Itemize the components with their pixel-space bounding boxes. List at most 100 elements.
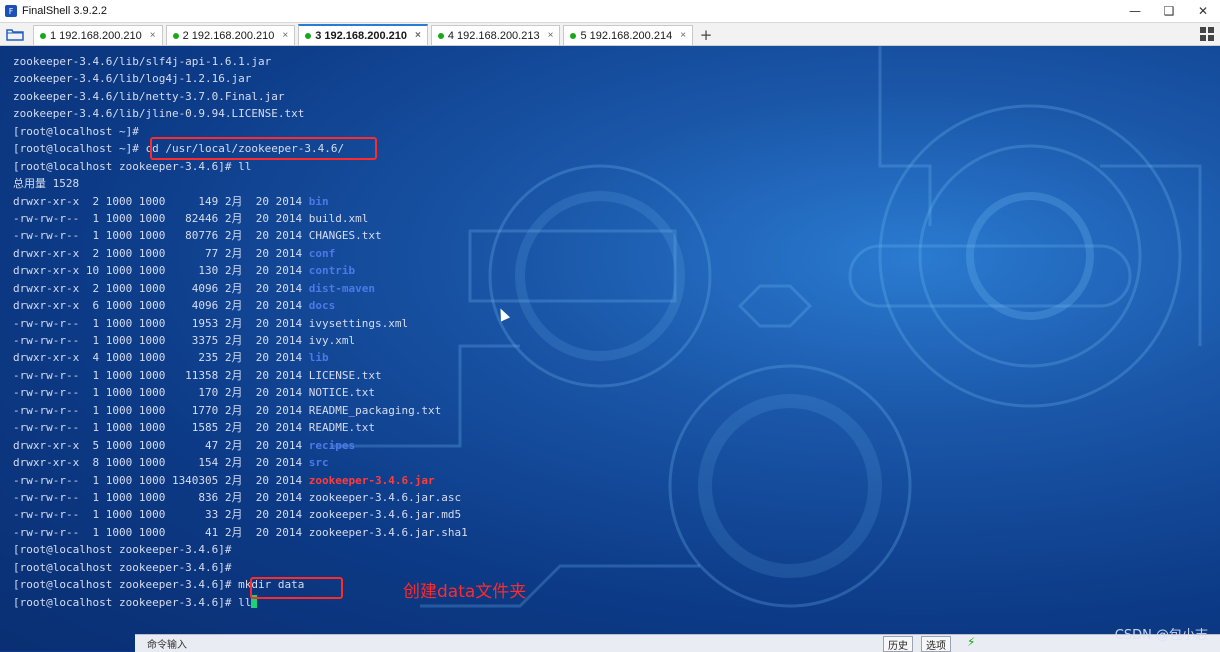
line-text: drwxr-xr-x 10 1000 1000 130 2月 20 2014 bbox=[13, 264, 309, 278]
line-text: -rw-rw-r-- 1 1000 1000 82446 2月 20 2014 … bbox=[13, 211, 369, 225]
line-text: -rw-rw-r-- 1 1000 1000 41 2月 20 2014 zoo… bbox=[13, 525, 468, 539]
line-text: drwxr-xr-x 8 1000 1000 154 2月 20 2014 bbox=[13, 456, 309, 470]
line-text: zookeeper-3.4.6/lib/netty-3.7.0.Final.ja… bbox=[13, 89, 285, 103]
terminal-line: drwxr-xr-x 5 1000 1000 47 2月 20 2014 rec… bbox=[13, 437, 468, 454]
terminal-line: -rw-rw-r-- 1 1000 1000 170 2月 20 2014 NO… bbox=[13, 384, 468, 401]
add-tab-button[interactable]: + bbox=[695, 25, 717, 45]
connection-status-icon bbox=[40, 32, 46, 39]
connection-status-icon bbox=[570, 32, 577, 39]
line-text: drwxr-xr-x 5 1000 1000 47 2月 20 2014 bbox=[13, 438, 309, 452]
session-tab-bar: 1 192.168.200.210 × 2 192.168.200.210 × 3 19… bbox=[0, 23, 1220, 46]
terminal-line: zookeeper-3.4.6/lib/jline-0.9.94.LICENSE… bbox=[13, 105, 468, 122]
line-text: -rw-rw-r-- 1 1000 1000 11358 2月 20 2014 … bbox=[13, 368, 382, 382]
tab-label: 2 192.168.200.210 bbox=[182, 29, 275, 42]
tab-label: 3 192.168.200.210 bbox=[315, 29, 407, 42]
line-text: -rw-rw-r-- 1 1000 1000 1585 2月 20 2014 R… bbox=[13, 421, 375, 435]
tab-close-icon[interactable]: × bbox=[282, 30, 288, 41]
terminal-line: -rw-rw-r-- 1 1000 1000 3375 2月 20 2014 i… bbox=[13, 332, 468, 349]
tab-close-icon[interactable]: × bbox=[548, 30, 554, 41]
directory-name: recipes bbox=[308, 438, 356, 452]
directory-name: contrib bbox=[308, 264, 356, 278]
terminal-line: [root@localhost zookeeper-3.4.6]# bbox=[13, 559, 468, 576]
directory-name: src bbox=[308, 456, 329, 470]
connection-status-icon bbox=[437, 32, 444, 39]
line-text: 总用量 1528 bbox=[13, 177, 80, 191]
line-text: -rw-rw-r-- 1 1000 1000 33 2月 20 2014 zoo… bbox=[13, 508, 462, 522]
directory-name: bin bbox=[308, 194, 329, 208]
history-button[interactable]: 历史 bbox=[883, 636, 913, 652]
layout-grid-icon[interactable] bbox=[1200, 27, 1214, 41]
tab-close-icon[interactable]: × bbox=[150, 30, 156, 41]
line-text: -rw-rw-r-- 1 1000 1000 170 2月 20 2014 NO… bbox=[13, 386, 375, 400]
options-button[interactable]: 选项 bbox=[921, 636, 951, 652]
terminal-line: drwxr-xr-x 2 1000 1000 149 2月 20 2014 bi… bbox=[13, 193, 468, 210]
line-text: zookeeper-3.4.6/lib/jline-0.9.94.LICENSE… bbox=[13, 107, 305, 121]
tab-label: 1 192.168.200.210 bbox=[50, 29, 142, 42]
terminal-line: -rw-rw-r-- 1 1000 1000 1340305 2月 20 201… bbox=[13, 472, 468, 489]
terminal-line: drwxr-xr-x 6 1000 1000 4096 2月 20 2014 d… bbox=[13, 297, 468, 314]
terminal-line: [root@localhost zookeeper-3.4.6]# ll bbox=[13, 594, 468, 611]
session-tab-5[interactable]: 5 192.168.200.214 × bbox=[563, 25, 694, 45]
minimize-icon[interactable]: — bbox=[1118, 0, 1152, 22]
line-text: [root@localhost zookeeper-3.4.6]# ll bbox=[13, 595, 252, 609]
title-bar: F FinalShell 3.9.2.2 — ❑ ✕ bbox=[0, 0, 1220, 23]
terminal-line: -rw-rw-r-- 1 1000 1000 33 2月 20 2014 zoo… bbox=[13, 506, 468, 523]
terminal-line: drwxr-xr-x 2 1000 1000 77 2月 20 2014 con… bbox=[13, 245, 468, 262]
terminal-line: -rw-rw-r-- 1 1000 1000 80776 2月 20 2014 … bbox=[13, 227, 468, 244]
terminal-line: zookeeper-3.4.6/lib/netty-3.7.0.Final.ja… bbox=[13, 88, 468, 105]
terminal-line: drwxr-xr-x 4 1000 1000 235 2月 20 2014 li… bbox=[13, 349, 468, 366]
directory-name: docs bbox=[308, 299, 336, 313]
session-tab-4[interactable]: 4 192.168.200.213 × bbox=[430, 25, 561, 45]
tab-list: 1 192.168.200.210 × 2 192.168.200.210 × 3 19… bbox=[30, 24, 694, 45]
connection-status-icon bbox=[305, 32, 312, 39]
tab-label: 5 192.168.200.214 bbox=[580, 29, 673, 42]
line-text: -rw-rw-r-- 1 1000 1000 3375 2月 20 2014 i… bbox=[13, 334, 356, 347]
terminal-panel[interactable]: zookeeper-3.4.6/lib/slf4j-api-1.6.1.jar z… bbox=[0, 46, 1220, 651]
window-title: FinalShell 3.9.2.2 bbox=[22, 5, 107, 17]
watermark: CSDN @包小志 bbox=[1114, 628, 1208, 643]
terminal-line: zookeeper-3.4.6/lib/slf4j-api-1.6.1.jar bbox=[13, 53, 468, 70]
command-input-label: 命令输入 bbox=[147, 640, 187, 651]
terminal-line: -rw-rw-r-- 1 1000 1000 41 2月 20 2014 zoo… bbox=[13, 524, 468, 541]
line-text: drwxr-xr-x 2 1000 1000 4096 2月 20 2014 bbox=[13, 281, 309, 295]
command-input-bar[interactable]: 命令输入 历史 选项 ⚡ bbox=[135, 634, 1220, 652]
lightning-icon[interactable]: ⚡ bbox=[967, 635, 975, 649]
terminal-line: -rw-rw-r-- 1 1000 1000 1953 2月 20 2014 i… bbox=[13, 315, 468, 332]
line-text: drwxr-xr-x 2 1000 1000 77 2月 20 2014 bbox=[13, 246, 309, 260]
line-text: zookeeper-3.4.6/lib/slf4j-api-1.6.1.jar bbox=[13, 55, 272, 68]
session-tab-2[interactable]: 2 192.168.200.210 × bbox=[165, 25, 296, 45]
line-text: [root@localhost zookeeper-3.4.6]# bbox=[13, 543, 232, 557]
connection-status-icon bbox=[172, 32, 179, 39]
terminal-line: -rw-rw-r-- 1 1000 1000 1585 2月 20 2014 R… bbox=[13, 419, 468, 436]
line-text: -rw-rw-r-- 1 1000 1000 80776 2月 20 2014 … bbox=[13, 229, 382, 243]
mkdir-annotation: 创建data文件夹 bbox=[403, 582, 527, 602]
line-text: [root@localhost zookeeper-3.4.6]# ll bbox=[13, 159, 252, 173]
session-tab-1[interactable]: 1 192.168.200.210 × bbox=[33, 25, 163, 45]
line-text: [root@localhost zookeeper-3.4.6]# bbox=[13, 560, 232, 574]
terminal-line: zookeeper-3.4.6/lib/log4j-1.2.16.jar bbox=[13, 70, 468, 87]
terminal-line: -rw-rw-r-- 1 1000 1000 82446 2月 20 2014 … bbox=[13, 210, 468, 227]
terminal-line: [root@localhost zookeeper-3.4.6]# bbox=[13, 541, 468, 558]
window-controls: — ❑ ✕ bbox=[1118, 0, 1220, 22]
terminal-line: 总用量 1528 bbox=[13, 175, 468, 192]
maximize-icon[interactable]: ❑ bbox=[1152, 0, 1186, 22]
line-text: [root@localhost ~]# bbox=[13, 124, 139, 138]
session-tab-3[interactable]: 3 192.168.200.210 × bbox=[298, 24, 428, 45]
directory-name: lib bbox=[308, 351, 329, 365]
line-text: -rw-rw-r-- 1 1000 1000 1953 2月 20 2014 i… bbox=[13, 316, 409, 330]
terminal-line: [root@localhost zookeeper-3.4.6]# mkdir … bbox=[13, 576, 468, 593]
tab-close-icon[interactable]: × bbox=[415, 30, 421, 41]
line-text: drwxr-xr-x 4 1000 1000 235 2月 20 2014 bbox=[13, 351, 309, 365]
directory-name: dist-maven bbox=[308, 281, 376, 295]
terminal-line: [root@localhost zookeeper-3.4.6]# ll bbox=[13, 158, 468, 175]
directory-name: conf bbox=[308, 246, 336, 260]
close-icon[interactable]: ✕ bbox=[1186, 0, 1220, 22]
open-folder-icon[interactable] bbox=[0, 23, 30, 45]
line-text: -rw-rw-r-- 1 1000 1000 1770 2月 20 2014 R… bbox=[13, 403, 442, 417]
mkdir-command-highlight bbox=[250, 577, 343, 599]
tab-close-icon[interactable]: × bbox=[680, 30, 686, 41]
line-text: zookeeper-3.4.6/lib/log4j-1.2.16.jar bbox=[13, 72, 252, 86]
line-text: -rw-rw-r-- 1 1000 1000 836 2月 20 2014 zo… bbox=[13, 490, 462, 504]
terminal-line: drwxr-xr-x 8 1000 1000 154 2月 20 2014 sr… bbox=[13, 454, 468, 471]
terminal-line: drwxr-xr-x 10 1000 1000 130 2月 20 2014 c… bbox=[13, 262, 468, 279]
